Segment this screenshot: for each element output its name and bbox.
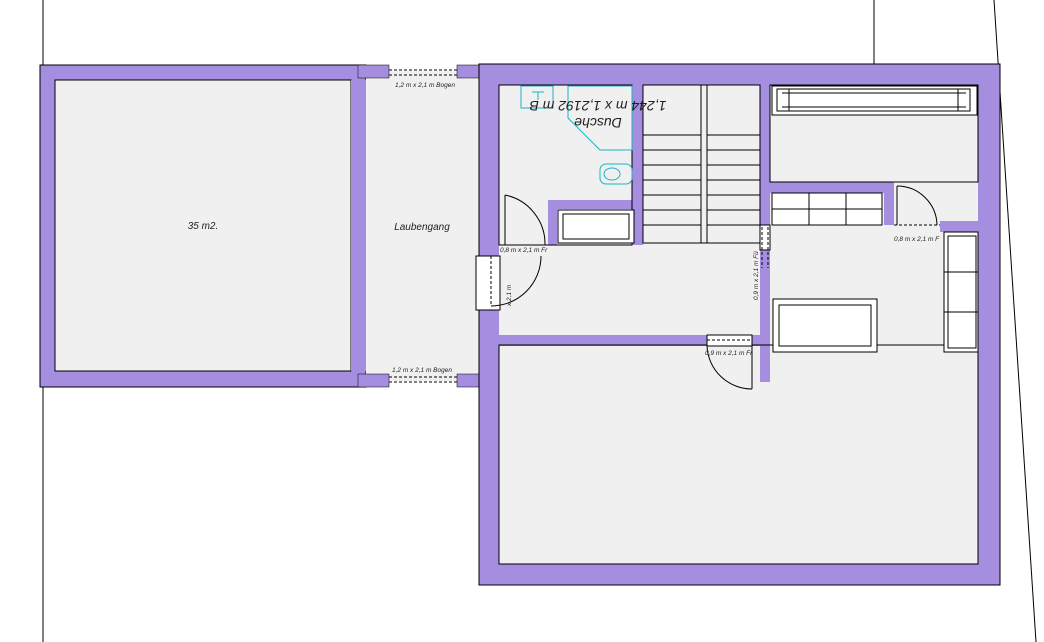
door-entry-label: 0,8 m x 2,1 m Fr — [500, 247, 548, 254]
corridor-label: Laubengang — [394, 222, 450, 233]
door-stair-label: 0,9 m x 2,1 m Fü — [753, 251, 760, 300]
table — [772, 298, 878, 353]
bathroom-dimensions: 1,244 m x 1,2192 m B — [530, 98, 667, 114]
left-room-area-label: 35 m2. — [188, 221, 219, 232]
door-right-room-label: 0,8 m x 2,1 m F — [894, 236, 940, 243]
arch-top-label: 1,2 m x 2,1 m Bogen — [395, 82, 455, 89]
cabinet — [557, 209, 635, 244]
door-lower-label: 0,9 m x 2,1 m Fr — [705, 350, 753, 357]
arch-bottom-label: 1,2 m x 2,1 m Bogen — [392, 367, 452, 374]
floor-plan: 35 m2. Laubengang 1,2 m x 2,1 m Bogen 1,… — [39, 0, 1037, 642]
door-west-label: x 2,1 m — [506, 284, 513, 307]
side-cabinet — [943, 231, 979, 353]
counter — [771, 85, 978, 116]
shelf — [771, 192, 883, 226]
bathroom-name: Dusche — [574, 115, 622, 131]
